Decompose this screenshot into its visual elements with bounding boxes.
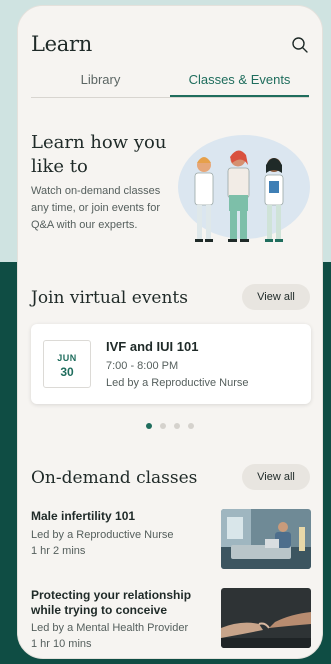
phone-screen: Learn Library Classes & Events Learn how… [17, 5, 323, 659]
class-title: Male infertility 101 [31, 509, 136, 523]
experts-illustration-icon [178, 135, 310, 242]
carousel-dot[interactable] [146, 423, 152, 429]
class-thumbnail-icon [221, 588, 311, 648]
classes-view-all-button[interactable]: View all [242, 464, 310, 490]
hero-banner: Learn how you like to Watch on-demand cl… [18, 99, 322, 269]
class-title: Protecting your relationship while tryin… [31, 588, 192, 617]
class-item[interactable]: Protecting your relationship while tryin… [31, 588, 311, 650]
tab-classes-events[interactable]: Classes & Events [170, 66, 309, 97]
event-title: IVF and IUI 101 [106, 339, 199, 354]
app-header: Learn Library Classes & Events [18, 6, 322, 98]
classes-section-title: On-demand classes [31, 468, 198, 488]
search-icon[interactable] [291, 36, 309, 54]
class-thumbnail-icon [221, 509, 311, 569]
carousel-dot[interactable] [188, 423, 194, 429]
page-title: Learn [31, 32, 92, 56]
hero-subtext: Watch on-demand classes any time, or joi… [31, 185, 161, 231]
event-date-badge: JUN 30 [43, 340, 91, 388]
event-led-by: Led by a Reproductive Nurse [106, 377, 249, 389]
carousel-dot[interactable] [160, 423, 166, 429]
tab-library[interactable]: Library [31, 66, 170, 97]
event-time: 7:00 - 8:00 PM [106, 360, 179, 372]
events-view-all-button[interactable]: View all [242, 284, 310, 310]
carousel-dot[interactable] [174, 423, 180, 429]
event-month: JUN [57, 353, 77, 363]
events-section-title: Join virtual events [31, 288, 188, 308]
event-day: 30 [60, 365, 74, 379]
class-item[interactable]: Male infertility 101 Led by a Reproducti… [31, 509, 311, 569]
event-card[interactable]: JUN 30 IVF and IUI 101 7:00 - 8:00 PM Le… [31, 324, 311, 404]
tab-bar: Library Classes & Events [31, 66, 309, 98]
carousel-dots [18, 423, 322, 429]
hero-heading: Learn how you like to [31, 132, 167, 177]
